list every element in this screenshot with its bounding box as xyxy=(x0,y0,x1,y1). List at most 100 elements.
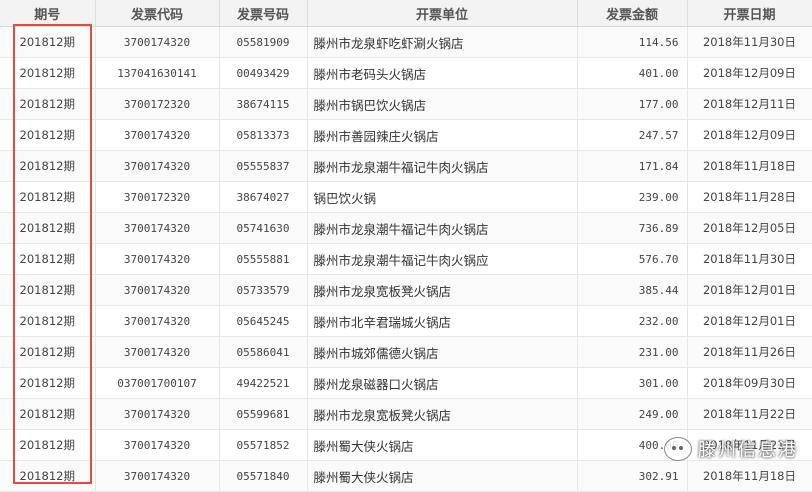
row-invoice-code: 3700174320 xyxy=(95,26,220,58)
table-row[interactable]: 201812期 3700174320 05733579 滕州市龙泉宽板凳火锅店 385.… xyxy=(0,274,812,306)
row-invoice-code: 3700174320 xyxy=(95,429,220,461)
row-amount: 177.00 xyxy=(577,88,688,120)
row-amount: 385.44 xyxy=(577,274,688,306)
row-period: 201812期 xyxy=(0,429,96,461)
row-invoice-number: 49422521 xyxy=(219,367,308,399)
row-invoice-number: 05645245 xyxy=(219,305,308,337)
table-row[interactable]: 201812期 3700172320 38674115 滕州市锅巴饮火锅店 177.00… xyxy=(0,88,812,120)
row-amount: 239.00 xyxy=(577,181,688,213)
table-row[interactable]: 201812期 3700174320 05555881 滕州市龙泉潮牛福记牛肉火锅应 5… xyxy=(0,243,812,275)
header-invoice-code[interactable]: 发票代码 xyxy=(95,0,220,27)
row-invoice-code: 3700174320 xyxy=(95,274,220,306)
row-issue-date: 2018年11月26日 xyxy=(687,336,812,368)
row-issue-date: 2018年12月11日 xyxy=(687,88,812,120)
header-issuer[interactable]: 开票单位 xyxy=(307,0,578,27)
row-period: 201812期 xyxy=(0,26,96,58)
row-invoice-number: 05581909 xyxy=(219,26,308,58)
row-invoice-code: 137041630141 xyxy=(95,57,220,89)
table-row[interactable]: 201812期 037001700107 49422521 滕州龙泉磁器口火锅店 301… xyxy=(0,367,812,399)
header-invoice-number[interactable]: 发票号码 xyxy=(219,0,308,27)
row-period: 201812期 xyxy=(0,367,96,399)
row-issuer: 滕州市龙泉宽板凳火锅店 xyxy=(307,274,578,306)
row-issuer: 滕州市锅巴饮火锅店 xyxy=(307,88,578,120)
row-issue-date: 2018年11月18日 xyxy=(687,150,812,182)
row-issuer: 滕州市老码头火锅店 xyxy=(307,57,578,89)
table-row[interactable]: 201812期 3700174320 05813373 滕州市善园辣庄火锅店 247.5… xyxy=(0,119,812,151)
row-period: 201812期 xyxy=(0,181,96,213)
row-period: 201812期 xyxy=(0,398,96,430)
row-issue-date: 2018年12月05日 xyxy=(687,212,812,244)
row-issuer: 滕州市北辛君瑞城火锅店 xyxy=(307,305,578,337)
row-amount: 114.56 xyxy=(577,26,688,58)
row-amount: 576.70 xyxy=(577,243,688,275)
table-row[interactable]: 201812期 137041630141 00493429 滕州市老码头火锅店 401.… xyxy=(0,57,812,89)
row-amount: 231.00 xyxy=(577,336,688,368)
row-period: 201812期 xyxy=(0,57,96,89)
table-row[interactable]: 201812期 3700174320 05555837 滕州市龙泉潮牛福记牛肉火锅店 1… xyxy=(0,150,812,182)
row-period: 201812期 xyxy=(0,243,96,275)
table-row[interactable]: 201812期 3700172320 38674027 锅巴饮火锅 239.00 2018… xyxy=(0,181,812,213)
row-issue-date: 2018年12月09日 xyxy=(687,57,812,89)
row-period: 201812期 xyxy=(0,305,96,337)
row-issuer: 锅巴饮火锅 xyxy=(307,181,578,213)
row-invoice-code: 3700174320 xyxy=(95,460,220,492)
row-amount: 232.00 xyxy=(577,305,688,337)
row-invoice-number: 05599681 xyxy=(219,398,308,430)
table-row[interactable]: 201812期 3700174320 05571840 滕州蜀大侠火锅店 302.91 2… xyxy=(0,460,812,492)
row-invoice-code: 037001700107 xyxy=(95,367,220,399)
row-period: 201812期 xyxy=(0,274,96,306)
row-invoice-number: 38674115 xyxy=(219,88,308,120)
row-issuer: 滕州蜀大侠火锅店 xyxy=(307,429,578,461)
row-issuer: 滕州市龙泉虾吃虾涮火锅店 xyxy=(307,26,578,58)
row-invoice-number: 05571852 xyxy=(219,429,308,461)
table-row[interactable]: 201812期 3700174320 05741630 滕州市龙泉潮牛福记牛肉火锅店 7… xyxy=(0,212,812,244)
row-issuer: 滕州市龙泉潮牛福记牛肉火锅应 xyxy=(307,243,578,275)
row-amount: 171.84 xyxy=(577,150,688,182)
row-issue-date: 2018年09月30日 xyxy=(687,367,812,399)
row-period: 201812期 xyxy=(0,119,96,151)
row-issue-date: 2018年12月01日 xyxy=(687,274,812,306)
row-invoice-number: 38674027 xyxy=(219,181,308,213)
row-period: 201812期 xyxy=(0,150,96,182)
row-invoice-code: 3700174320 xyxy=(95,336,220,368)
table-row[interactable]: 201812期 3700174320 05581909 滕州市龙泉虾吃虾涮火锅店 114… xyxy=(0,26,812,58)
row-amount: 736.89 xyxy=(577,212,688,244)
watermark-text: 滕州信息港 xyxy=(698,440,798,461)
header-issue-date[interactable]: 开票日期 xyxy=(687,0,812,27)
table-row[interactable]: 201812期 3700174320 05586041 滕州市城郊儒德火锅店 231.0… xyxy=(0,336,812,368)
row-invoice-code: 3700172320 xyxy=(95,181,220,213)
row-invoice-code: 3700174320 xyxy=(95,150,220,182)
table-header-row: 期号 发票代码 发票号码 开票单位 发票金额 开票日期 xyxy=(0,0,812,27)
row-invoice-code: 3700174320 xyxy=(95,243,220,275)
row-amount: 401.00 xyxy=(577,57,688,89)
row-invoice-number: 05571840 xyxy=(219,460,308,492)
header-amount[interactable]: 发票金额 xyxy=(577,0,688,27)
row-invoice-code: 3700174320 xyxy=(95,119,220,151)
table-row[interactable]: 201812期 3700174320 05645245 滕州市北辛君瑞城火锅店 232.… xyxy=(0,305,812,337)
row-issuer: 滕州市龙泉潮牛福记牛肉火锅店 xyxy=(307,212,578,244)
row-amount: 301.00 xyxy=(577,367,688,399)
row-issue-date: 2018年11月30日 xyxy=(687,26,812,58)
row-issue-date: 2018年12月09日 xyxy=(687,119,812,151)
header-period[interactable]: 期号 xyxy=(0,0,96,27)
wechat-icon xyxy=(664,437,692,461)
row-issuer: 滕州市善园辣庄火锅店 xyxy=(307,119,578,151)
row-issue-date: 2018年11月18日 xyxy=(687,460,812,492)
row-issue-date: 2018年11月28日 xyxy=(687,181,812,213)
row-invoice-code: 3700174320 xyxy=(95,305,220,337)
row-invoice-number: 05555837 xyxy=(219,150,308,182)
row-invoice-number: 00493429 xyxy=(219,57,308,89)
row-issuer: 滕州市龙泉潮牛福记牛肉火锅店 xyxy=(307,150,578,182)
row-issue-date: 2018年11月22日 xyxy=(687,398,812,430)
row-invoice-code: 3700174320 xyxy=(95,398,220,430)
table-row[interactable]: 201812期 3700174320 05599681 滕州市龙泉宽板凳火锅店 249.… xyxy=(0,398,812,430)
row-invoice-code: 3700172320 xyxy=(95,88,220,120)
row-issuer: 滕州龙泉磁器口火锅店 xyxy=(307,367,578,399)
row-amount: 302.91 xyxy=(577,460,688,492)
row-amount: 249.00 xyxy=(577,398,688,430)
row-amount: 247.57 xyxy=(577,119,688,151)
row-period: 201812期 xyxy=(0,88,96,120)
row-issuer: 滕州蜀大侠火锅店 xyxy=(307,460,578,492)
row-period: 201812期 xyxy=(0,460,96,492)
row-issuer: 滕州市龙泉宽板凳火锅店 xyxy=(307,398,578,430)
